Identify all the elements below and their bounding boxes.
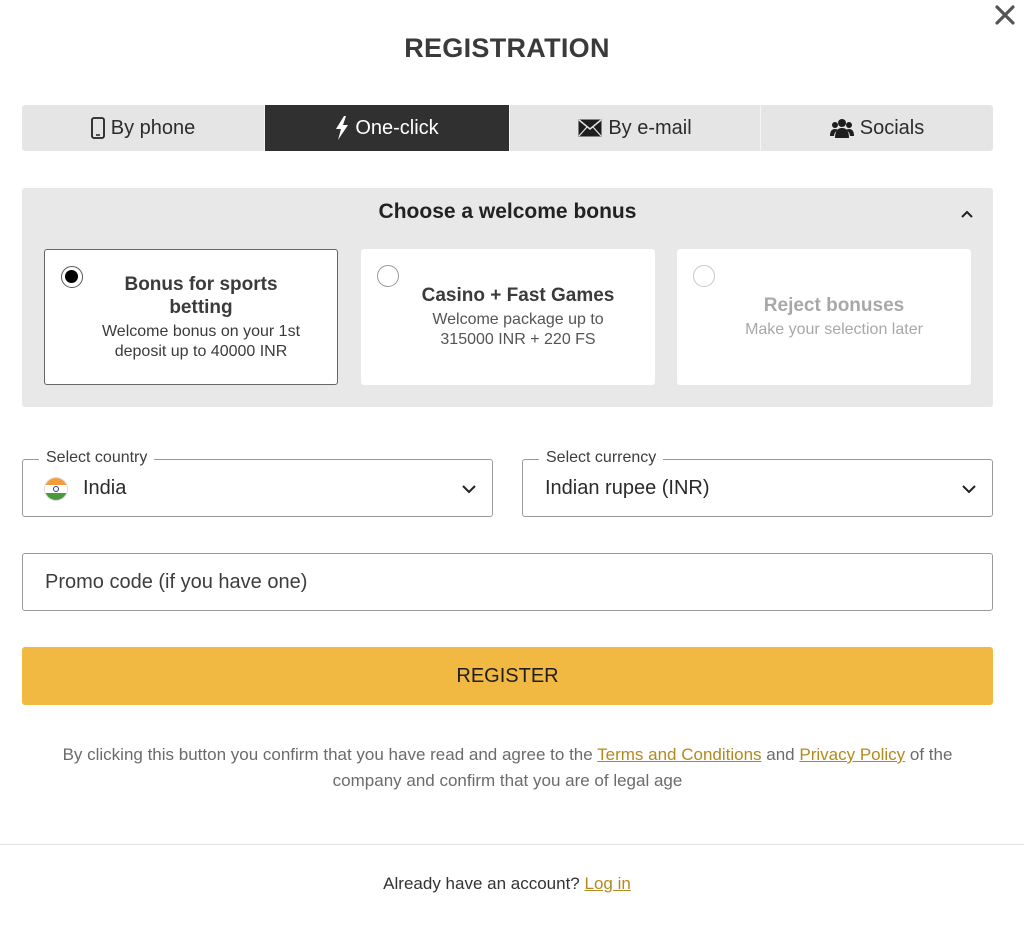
privacy-link[interactable]: Privacy Policy [799,745,905,764]
tab-by-email[interactable]: By e-mail [510,105,761,151]
collapse-bonus-button[interactable] [957,204,977,224]
chevron-up-icon [961,210,973,218]
country-value: India [83,477,127,499]
tab-label: By phone [110,116,196,139]
country-select-label: Select country [39,449,155,467]
close-icon [995,5,1015,25]
legal-notice: By clicking this button you confirm that… [40,742,975,794]
legal-middle: and [761,745,800,764]
bonus-option-description: Welcome package up to 315000 INR + 220 F… [432,311,604,348]
currency-select-label: Select currency [539,449,664,467]
welcome-bonus-panel: Choose a welcome bonus Bonus for sports … [22,188,993,407]
country-select[interactable]: Select country India [22,449,493,517]
chevron-down-icon [962,485,976,494]
currency-value: Indian rupee (INR) [545,477,710,499]
lightning-icon [336,116,349,140]
close-button[interactable] [990,0,1020,30]
bonus-option-title: Reject bonuses [763,295,905,316]
chevron-down-icon [462,485,476,494]
tab-one-click[interactable]: One-click [265,105,510,151]
tab-label: One-click [355,116,439,139]
promo-code-field [22,553,993,611]
legal-prefix: By clicking this button you confirm that… [62,745,598,764]
tab-label: Socials [859,116,925,139]
login-question: Already have an account? [383,874,585,893]
login-link[interactable]: Log in [584,874,630,893]
bonus-option-description: Make your selection later [745,321,923,338]
registration-tabs: By phone One-click By e-mail Socials [22,105,993,151]
bonus-panel-title: Choose a welcome bonus [378,200,637,223]
promo-code-input[interactable] [23,554,992,610]
phone-icon [90,117,105,139]
page-title: REGISTRATION [404,33,610,63]
login-prompt: Already have an account? Log in [0,874,1014,894]
tab-label: By e-mail [608,116,692,139]
bonus-option-title: Bonus for sports betting [124,273,278,318]
footer-divider [0,844,1024,845]
bonus-option-reject[interactable]: Reject bonuses Make your selection later [677,249,971,385]
india-flag-icon [44,477,68,501]
tab-socials[interactable]: Socials [761,105,993,151]
bonus-option-title: Casino + Fast Games [421,285,615,306]
tab-by-phone[interactable]: By phone [22,105,265,151]
bonus-option-casino[interactable]: Casino + Fast Games Welcome package up t… [361,249,655,385]
terms-link[interactable]: Terms and Conditions [597,745,761,764]
bonus-option-description: Welcome bonus on your 1st deposit up to … [101,322,301,360]
currency-select[interactable]: Select currency Indian rupee (INR) [522,449,993,517]
bonus-option-sports[interactable]: Bonus for sports betting Welcome bonus o… [44,249,338,385]
users-icon [829,119,854,138]
envelope-icon [578,119,602,137]
register-button[interactable]: REGISTER [22,647,993,705]
